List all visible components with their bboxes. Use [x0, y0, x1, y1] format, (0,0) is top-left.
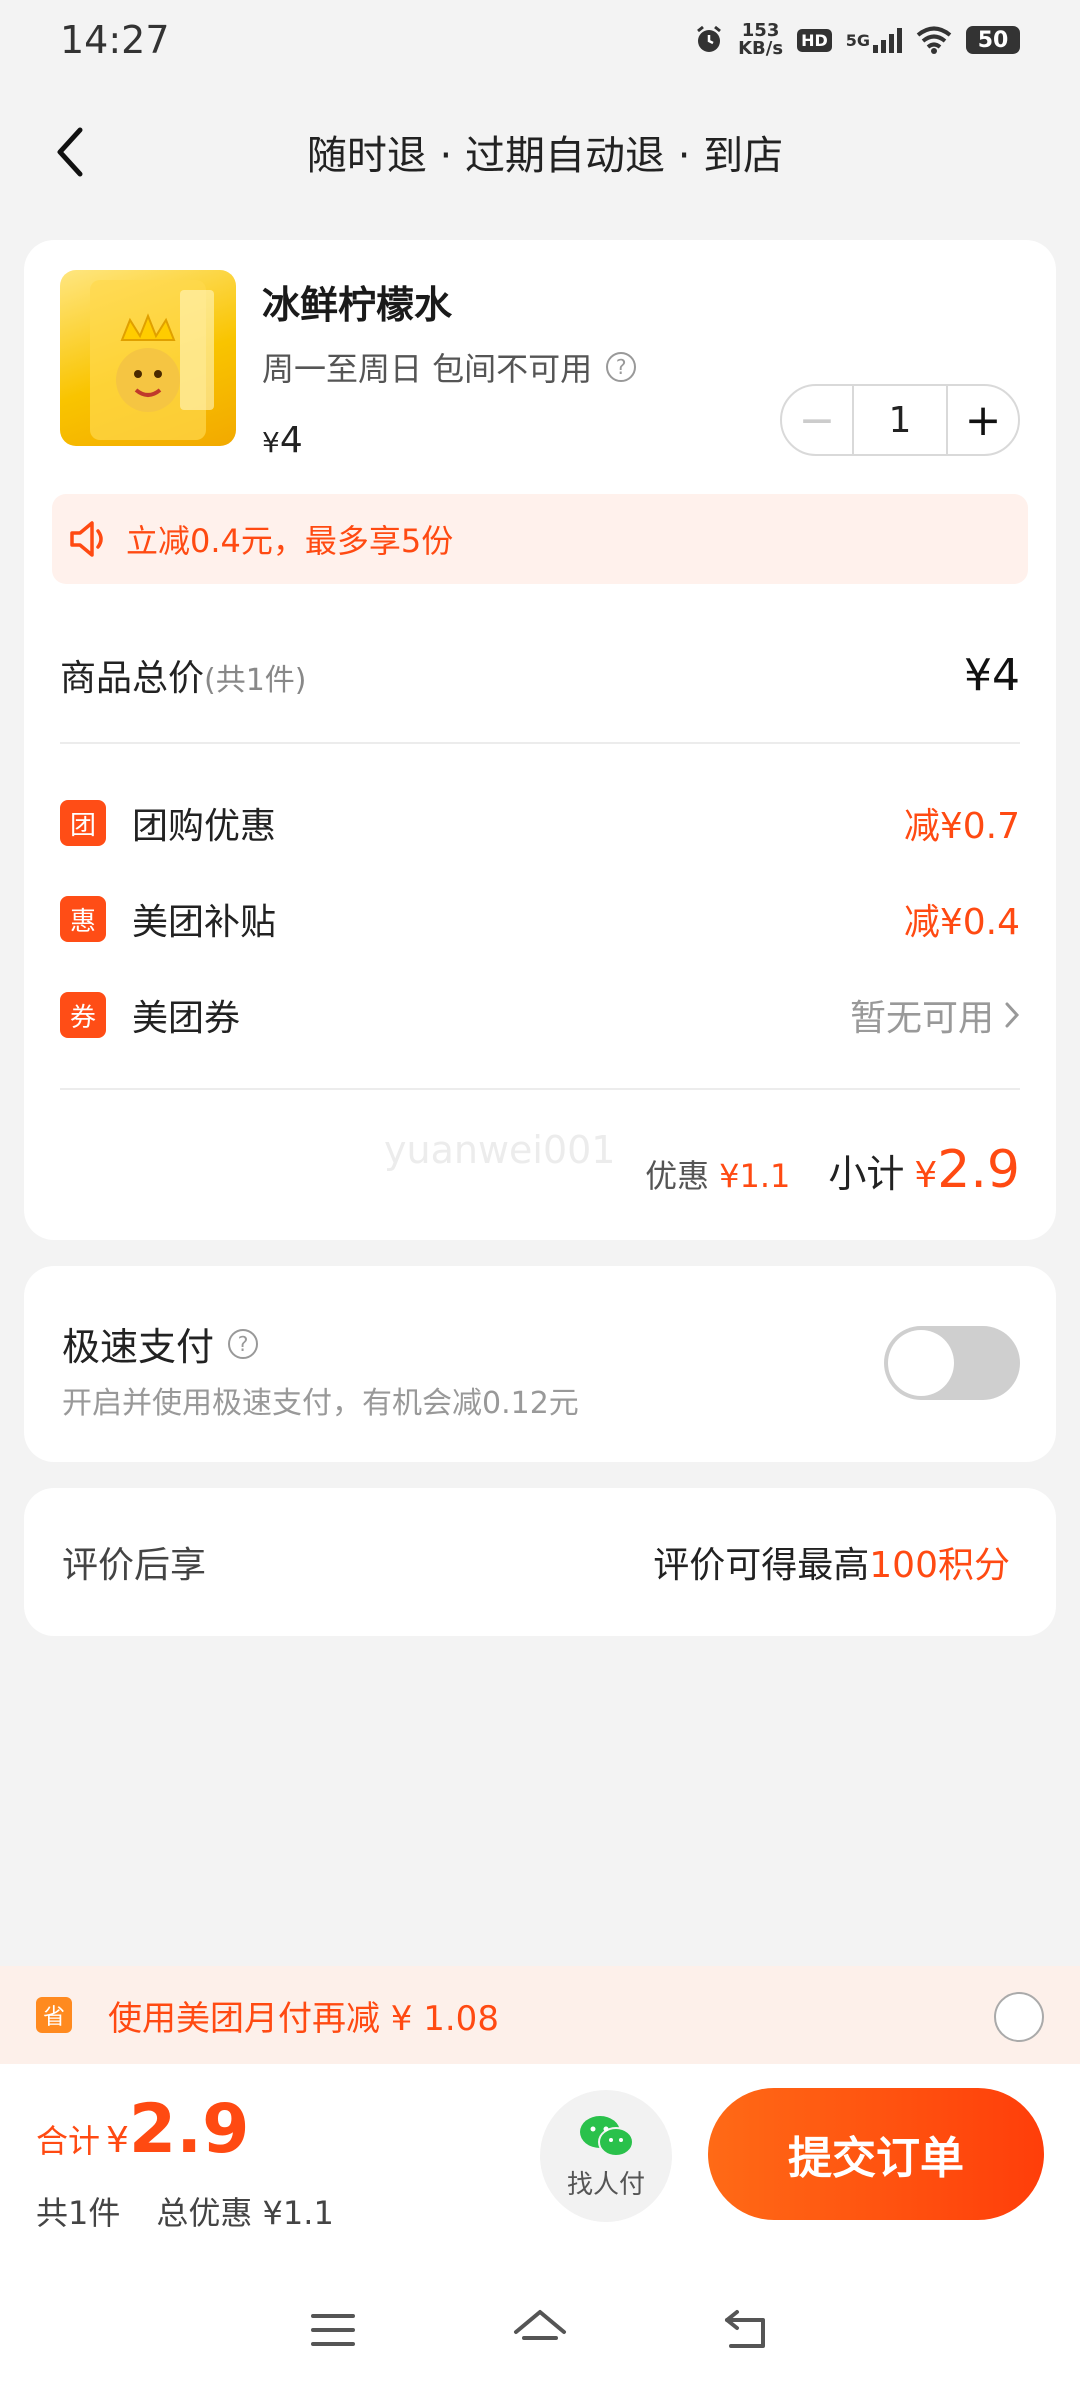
- page-title: 随时退 · 过期自动退 · 到店: [306, 133, 784, 179]
- chevron-left-icon: [57, 127, 83, 177]
- fast-pay-title-text: 极速支付: [62, 1325, 215, 1369]
- back-button[interactable]: [40, 120, 100, 184]
- net-speed: 153 KB/s: [738, 22, 783, 58]
- divider: [60, 1088, 1020, 1090]
- discount-value: 减¥0.4: [903, 902, 1020, 943]
- discount-label: 美团券: [132, 998, 241, 1039]
- sum-value: 2.9: [128, 2090, 250, 2169]
- sum-row: 合计 ¥ 2.9: [36, 2090, 249, 2169]
- back-nav-button[interactable]: [715, 2298, 779, 2362]
- monthly-pay-bar[interactable]: 省 使用美团月付再减 ¥ 1.08: [0, 1966, 1080, 2064]
- help-icon[interactable]: ?: [228, 1328, 259, 1359]
- saving-label: 优惠: [645, 1157, 710, 1195]
- menu-icon: [311, 2314, 356, 2346]
- quantity-value[interactable]: 1: [852, 386, 948, 454]
- subtotal-amount: 2.9: [937, 1140, 1020, 1200]
- signal-label: 5G: [845, 30, 870, 50]
- subtotal-label: 小计: [828, 1152, 905, 1196]
- review-label: 评价后享: [62, 1545, 207, 1586]
- submit-order-button[interactable]: 提交订单: [708, 2088, 1044, 2220]
- total-row: 商品总价(共1件) ¥4: [60, 640, 1020, 710]
- review-reward: 评价可得最高100积分: [653, 1536, 1010, 1588]
- price-symbol: ¥: [262, 426, 280, 459]
- home-icon: [513, 2310, 566, 2340]
- sum-details: 共1件 总优惠 ¥1.1: [36, 2188, 334, 2234]
- product-name: 冰鲜柠檬水: [262, 283, 453, 327]
- saving-value: ¥1.1: [719, 1157, 791, 1195]
- review-text-prefix: 评价可得最高: [653, 1545, 870, 1586]
- total-value: ¥4: [964, 649, 1020, 701]
- nav-bar: 随时退 · 过期自动退 · 到店: [0, 100, 1080, 204]
- divider: [60, 742, 1020, 744]
- signal-icon: 5G: [846, 27, 902, 53]
- chevron-right-icon: [1005, 1002, 1020, 1028]
- order-card: 冰鲜柠檬水 周一至周日 包间不可用 ? ¥4 − 1 + 立减0.4元，最多享5…: [24, 240, 1056, 1240]
- discount-left: 券 美团券: [60, 989, 240, 1041]
- promo-banner: 立减0.4元，最多享5份: [52, 494, 1028, 584]
- hd-badge: HD: [797, 28, 832, 52]
- battery-icon: 50: [966, 26, 1020, 54]
- save-icon: 省: [36, 1997, 72, 2033]
- discount-row-coupon[interactable]: 券 美团券 暂无可用: [60, 980, 1020, 1050]
- discount-label: 美团补贴: [132, 902, 277, 943]
- coupon-value[interactable]: 暂无可用: [850, 989, 1020, 1041]
- subsidy-icon: 惠: [60, 896, 106, 942]
- quantity-stepper: − 1 +: [780, 384, 1020, 456]
- discount-label: 团购优惠: [132, 806, 277, 847]
- wifi-icon: [916, 26, 952, 54]
- total-count: (共1件): [204, 663, 307, 698]
- subtotal-symbol: ¥: [914, 1155, 938, 1196]
- discount-left: 惠 美团补贴: [60, 893, 276, 945]
- speaker-icon: [70, 521, 103, 557]
- coupon-status: 暂无可用: [849, 998, 994, 1039]
- discount-left: 团 团购优惠: [60, 797, 276, 849]
- help-icon[interactable]: ?: [606, 352, 637, 382]
- fast-pay-toggle[interactable]: [884, 1326, 1020, 1400]
- checkout-bar: 合计 ¥ 2.9 共1件 总优惠 ¥1.1 找人付 提交订单: [0, 2064, 1080, 2260]
- status-bar: 14:27 153 KB/s HD 5G 50: [0, 0, 1080, 80]
- status-icons: 153 KB/s HD 5G 50: [694, 22, 1020, 58]
- friend-pay-label: 找人付: [566, 2169, 645, 2200]
- discount-row-group: 团 团购优惠 减¥0.7: [60, 788, 1020, 858]
- subtotal-row: 优惠 ¥1.1 小计 ¥2.9: [645, 1140, 1020, 1216]
- product-image[interactable]: [60, 270, 236, 446]
- price-value: 4: [279, 420, 303, 461]
- product-rule-text: 周一至周日 包间不可用: [262, 350, 593, 388]
- wechat-icon: [580, 2115, 634, 2157]
- sum-label: 合计: [36, 2122, 101, 2160]
- product-rule: 周一至周日 包间不可用 ?: [262, 344, 637, 390]
- alarm-icon: [694, 25, 724, 55]
- increase-button[interactable]: +: [948, 386, 1018, 454]
- home-button[interactable]: [508, 2298, 572, 2362]
- group-buy-icon: 团: [60, 800, 106, 846]
- total-saving: 总优惠 ¥1.1: [156, 2194, 334, 2232]
- fast-pay-title: 极速支付 ?: [62, 1316, 259, 1371]
- subtotal-value: ¥2.9: [914, 1140, 1020, 1200]
- return-icon: [724, 2310, 765, 2348]
- system-nav-bar: [0, 2260, 1080, 2400]
- net-speed-unit: KB/s: [738, 38, 784, 59]
- coupon-icon: 券: [60, 992, 106, 1038]
- status-time: 14:27: [60, 18, 170, 62]
- discount-value: 减¥0.7: [903, 806, 1020, 847]
- review-card: 评价后享 评价可得最高100积分: [24, 1488, 1056, 1636]
- monthly-pay-radio[interactable]: [994, 1992, 1044, 2042]
- product-price: ¥4: [262, 420, 303, 461]
- menu-button[interactable]: [301, 2298, 365, 2362]
- fast-pay-desc: 开启并使用极速支付，有机会减0.12元: [62, 1386, 579, 1421]
- total-label-text: 商品总价: [60, 658, 205, 699]
- sum-symbol: ¥: [106, 2120, 129, 2161]
- fast-pay-card: 极速支付 ? 开启并使用极速支付，有机会减0.12元: [24, 1266, 1056, 1462]
- friend-pay-button[interactable]: 找人付: [540, 2090, 672, 2222]
- watermark: yuanwei001: [384, 1128, 616, 1172]
- toggle-knob: [888, 1330, 954, 1396]
- monthly-pay-text: 使用美团月付再减 ¥ 1.08: [108, 1998, 499, 2039]
- discount-row-subsidy: 惠 美团补贴 减¥0.4: [60, 884, 1020, 954]
- item-count: 共1件: [36, 2194, 121, 2232]
- review-points: 100积分: [869, 1545, 1010, 1586]
- decrease-button[interactable]: −: [782, 386, 852, 454]
- total-label: 商品总价(共1件): [60, 649, 307, 701]
- promo-text: 立减0.4元，最多享5份: [126, 522, 454, 560]
